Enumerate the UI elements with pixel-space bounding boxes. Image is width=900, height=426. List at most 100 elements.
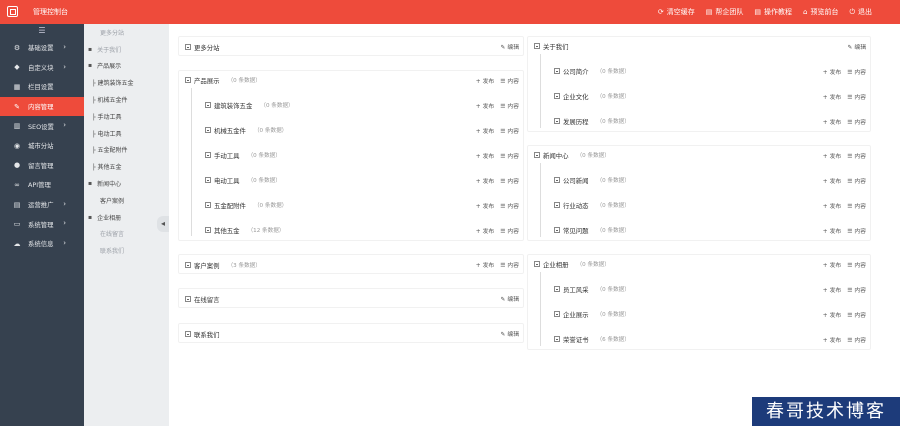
content-button[interactable]: ☰ 内容 [500,151,519,160]
publish-button[interactable]: + 发布 [476,126,494,135]
team-button[interactable]: ▤ 帮企团队 [706,7,744,17]
preview-site-button[interactable]: ⌂ 预览前台 [803,7,838,17]
collapse-toggle-icon[interactable] [185,262,191,268]
sidebar-item-seo-settings[interactable]: ▥ SEO设置 › [0,116,84,136]
logout-button[interactable]: ⏻ 退出 [849,7,872,17]
publish-button[interactable]: + 发布 [823,201,841,210]
publish-button[interactable]: + 发布 [823,226,841,235]
content-button[interactable]: ☰ 内容 [500,226,519,235]
sidebar-toggle-icon[interactable]: ☰ [0,24,84,38]
collapse-toggle-icon[interactable] [554,286,560,292]
subnav-item[interactable]: ├ 建筑装饰五金 [84,74,169,91]
content-button[interactable]: ☰ 内容 [847,176,866,185]
collapse-toggle-icon[interactable] [554,93,560,99]
subnav-item[interactable]: 更多分站 [84,24,169,41]
content-button[interactable]: ☰ 内容 [500,260,519,269]
edit-button[interactable]: ✎ 编辑 [501,329,519,338]
subnav-item[interactable]: 客户案例 [84,192,169,209]
subnav-item[interactable]: 在线留言 [84,226,169,243]
tree-node: 发展历程 （0 条数据） [554,113,630,129]
collapse-toggle-icon[interactable] [205,227,211,233]
content-button[interactable]: ☰ 内容 [500,126,519,135]
collapse-toggle-icon[interactable] [205,102,211,108]
publish-button[interactable]: + 发布 [823,310,841,319]
content-button[interactable]: ☰ 内容 [847,92,866,101]
sidebar-item-messages[interactable]: ● 留言管理 [0,156,84,176]
collapse-toggle-icon[interactable] [554,118,560,124]
subnav-item[interactable]: ├ 其他五金 [84,158,169,175]
collapse-toggle-icon[interactable] [205,127,211,133]
collapse-toggle-icon[interactable] [554,177,560,183]
subnav-item[interactable]: ├ 机械五金件 [84,91,169,108]
collapse-toggle-icon[interactable] [554,202,560,208]
collapse-toggle-icon[interactable] [554,336,560,342]
edit-button[interactable]: ✎ 编辑 [501,294,519,303]
collapse-toggle-icon[interactable] [554,311,560,317]
content-button[interactable]: ☰ 内容 [500,201,519,210]
subnav-item[interactable]: ▪ 关于我们 [84,41,169,58]
content-button[interactable]: ☰ 内容 [847,285,866,294]
publish-button[interactable]: + 发布 [823,67,841,76]
sidebar-item-basic-settings[interactable]: ⚙ 基础设置 › [0,38,84,58]
publish-button[interactable]: + 发布 [823,285,841,294]
publish-button[interactable]: + 发布 [476,101,494,110]
edit-button[interactable]: ✎ 编辑 [501,42,519,51]
publish-button[interactable]: + 发布 [476,260,494,269]
collapse-toggle-icon[interactable] [205,202,211,208]
content-button[interactable]: ☰ 内容 [847,201,866,210]
collapse-toggle-icon[interactable] [205,152,211,158]
collapse-toggle-icon[interactable] [554,68,560,74]
publish-button[interactable]: + 发布 [823,335,841,344]
collapse-toggle-icon[interactable] [534,261,540,267]
subnav-item[interactable]: ▪ 产品展示 [84,58,169,75]
subnav-item[interactable]: ▪ 新闻中心 [84,175,169,192]
content-button[interactable]: ☰ 内容 [847,151,866,160]
sidebar-item-city-sites[interactable]: ◉ 城市分站 [0,136,84,156]
content-button[interactable]: ☰ 内容 [500,176,519,185]
tutorial-button[interactable]: ▤ 操作教程 [754,7,792,17]
publish-button[interactable]: + 发布 [823,151,841,160]
sidebar-item-content-management[interactable]: ✎ 内容管理 [0,96,84,117]
content-button[interactable]: ☰ 内容 [847,260,866,269]
edit-button[interactable]: ✎ 编辑 [848,42,866,51]
tree-node: 企业展示 （0 条数据） [554,306,630,322]
publish-button[interactable]: + 发布 [476,226,494,235]
publish-button[interactable]: + 发布 [476,201,494,210]
content-button[interactable]: ☰ 内容 [847,310,866,319]
content-button[interactable]: ☰ 内容 [847,117,866,126]
publish-button[interactable]: + 发布 [823,176,841,185]
subnav-item[interactable]: ├ 五金配附件 [84,142,169,159]
bar-chart-icon: ▥ [13,122,21,131]
content-button[interactable]: ☰ 内容 [847,226,866,235]
collapse-toggle-icon[interactable] [534,43,540,49]
publish-button[interactable]: + 发布 [476,176,494,185]
sidebar-item-system-info[interactable]: ☁ 系统信息 › [0,234,84,254]
collapse-toggle-icon[interactable] [185,296,191,302]
sidebar-item-promotion[interactable]: ▤ 运营推广 › [0,195,84,215]
publish-button[interactable]: + 发布 [823,92,841,101]
publish-button[interactable]: + 发布 [476,151,494,160]
content-button[interactable]: ☰ 内容 [847,67,866,76]
subnav-item[interactable]: 联系我们 [84,242,169,259]
content-button[interactable]: ☰ 内容 [847,335,866,344]
sidebar-item-api[interactable]: ∞ API管理 [0,175,84,195]
clear-cache-button[interactable]: ⟳ 清空缓存 [658,7,695,17]
publish-button[interactable]: + 发布 [823,117,841,126]
subnav-item[interactable]: ├ 电动工具 [84,125,169,142]
collapse-toggle-icon[interactable] [185,44,191,50]
content-button[interactable]: ☰ 内容 [500,76,519,85]
publish-button[interactable]: + 发布 [823,260,841,269]
sidebar-item-column-settings[interactable]: ▦ 栏目设置 [0,77,84,97]
sidebar-item-system-management[interactable]: ▭ 系统管理 › [0,214,84,234]
tree-node: 员工风采 （0 条数据） [554,281,630,297]
collapse-toggle-icon[interactable] [185,77,191,83]
sidebar-item-custom-blocks[interactable]: ◆ 自定义块 › [0,58,84,78]
collapse-toggle-icon[interactable] [534,152,540,158]
collapse-subnav-handle[interactable]: ◂ [157,216,169,232]
collapse-toggle-icon[interactable] [205,177,211,183]
collapse-toggle-icon[interactable] [185,331,191,337]
content-button[interactable]: ☰ 内容 [500,101,519,110]
subnav-item[interactable]: ├ 手动工具 [84,108,169,125]
publish-button[interactable]: + 发布 [476,76,494,85]
collapse-toggle-icon[interactable] [554,227,560,233]
